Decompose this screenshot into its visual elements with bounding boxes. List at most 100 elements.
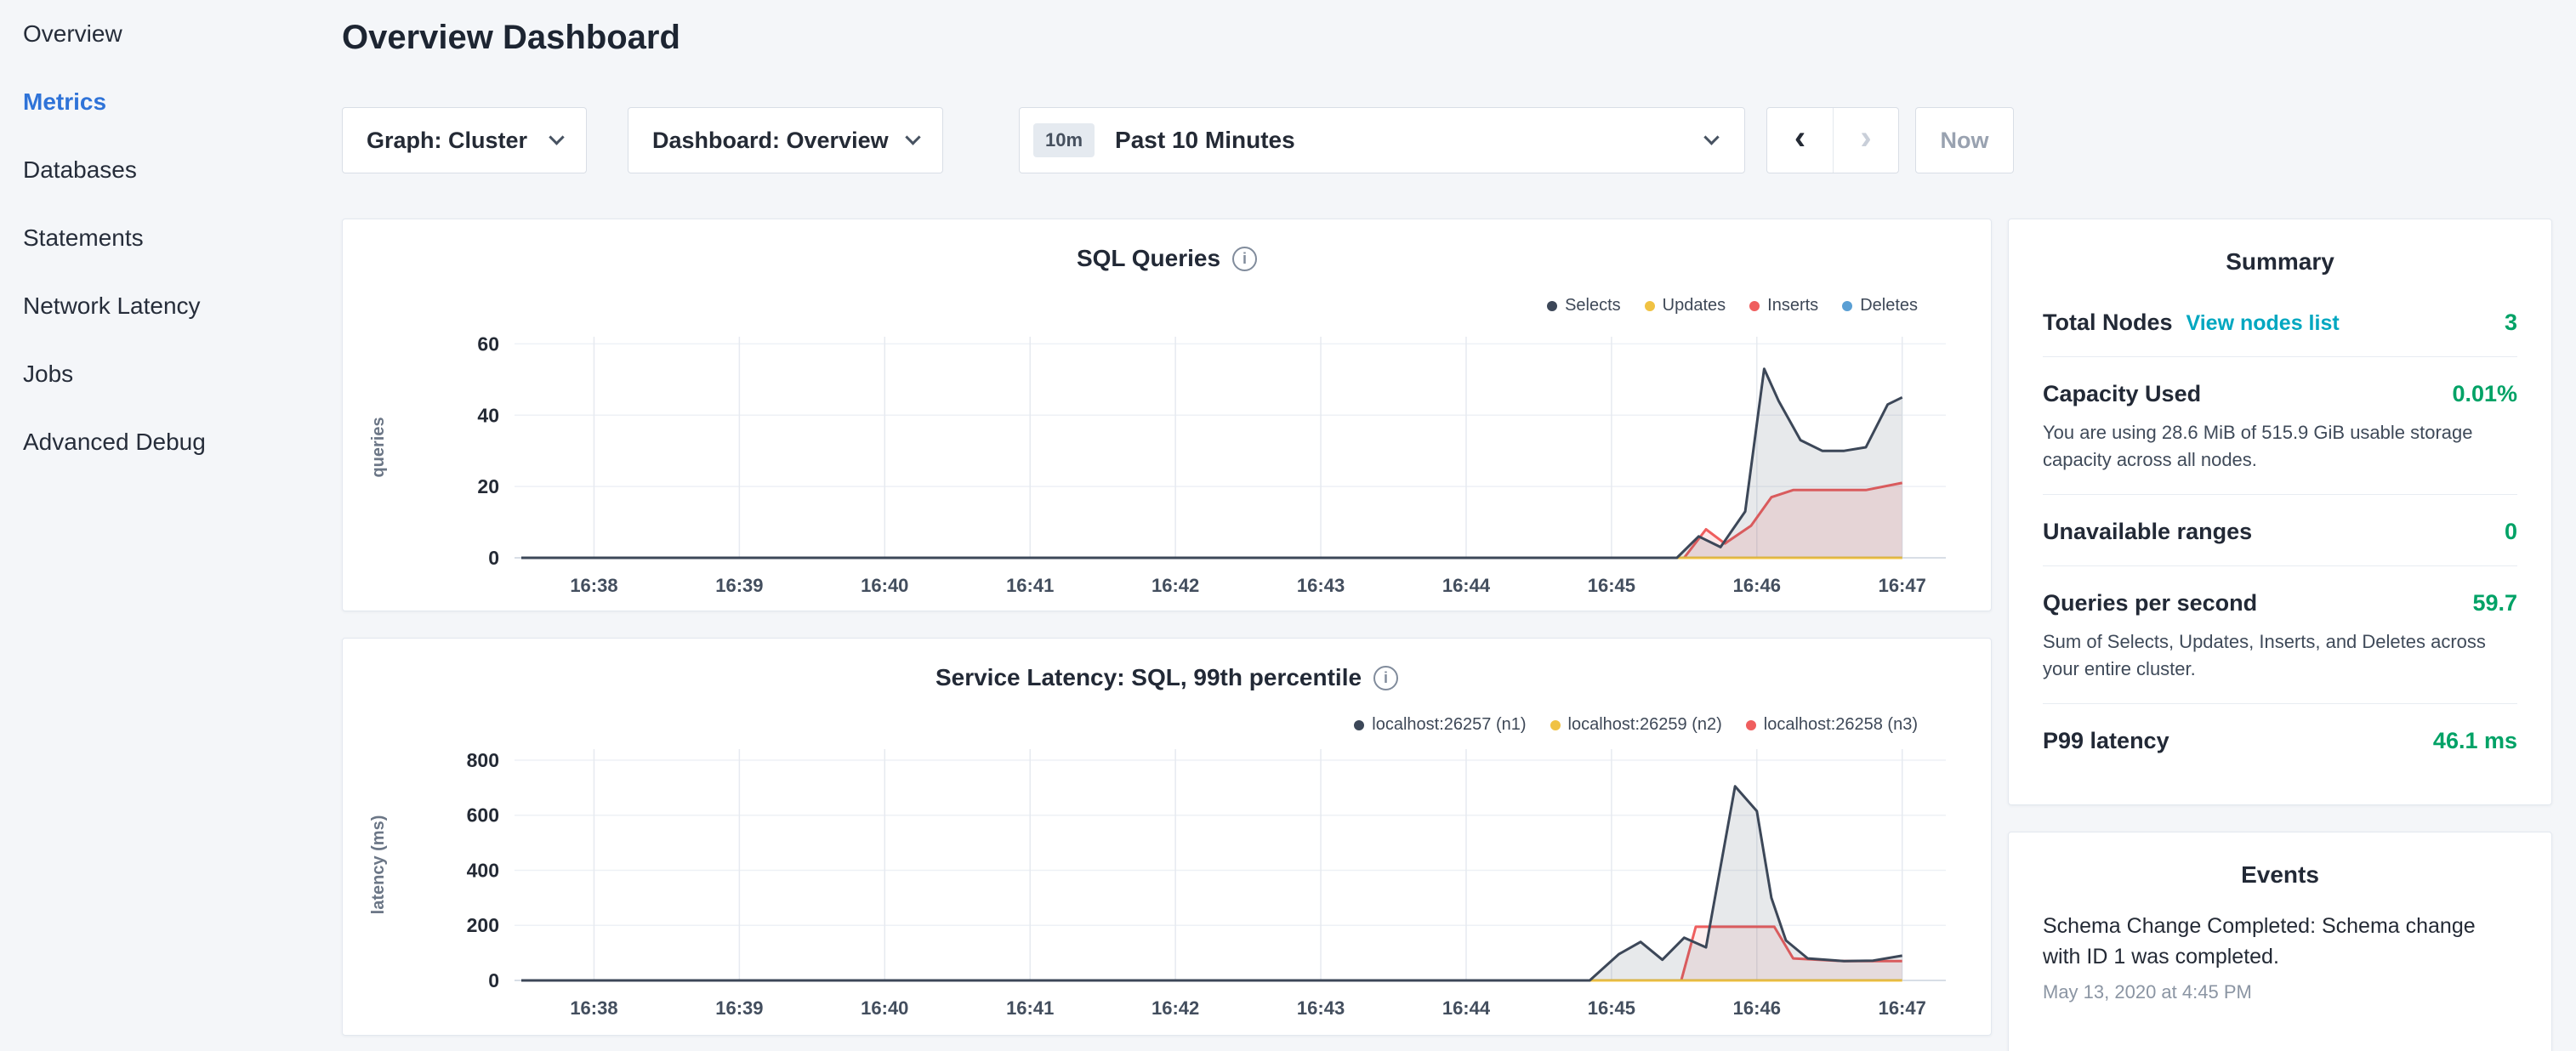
chart-title: Service Latency: SQL, 99th percentile i	[343, 664, 1991, 691]
summary-label: Unavailable ranges	[2043, 519, 2252, 544]
svg-text:16:44: 16:44	[1442, 575, 1491, 596]
summary-label: Capacity Used	[2043, 381, 2201, 406]
svg-text:16:47: 16:47	[1879, 575, 1926, 596]
svg-text:16:43: 16:43	[1297, 997, 1345, 1019]
legend-dot-icon	[1645, 301, 1655, 311]
sidebar-item-jobs[interactable]: Jobs	[0, 340, 342, 408]
legend-item-localhost-26257-n1-[interactable]: localhost:26257 (n1)	[1354, 715, 1526, 735]
dashboard-dropdown[interactable]: Dashboard: Overview	[628, 107, 943, 173]
summary-value: 46.1 ms	[2433, 728, 2517, 754]
svg-text:16:47: 16:47	[1879, 997, 1926, 1019]
chevron-down-icon	[549, 129, 564, 145]
svg-text:16:42: 16:42	[1152, 997, 1199, 1019]
summary-description: You are using 28.6 MiB of 515.9 GiB usab…	[2043, 419, 2517, 474]
svg-text:16:40: 16:40	[861, 575, 908, 596]
svg-text:16:46: 16:46	[1733, 997, 1781, 1019]
svg-text:16:45: 16:45	[1588, 575, 1635, 596]
info-icon[interactable]: i	[1373, 666, 1398, 690]
chart-title: SQL Queries i	[343, 245, 1991, 272]
chart-legend: Selects Updates Inserts Deletes	[1547, 296, 1918, 315]
sidebar-item-databases[interactable]: Databases	[0, 136, 342, 204]
summary-row: Queries per second59.7Sum of Selects, Up…	[2043, 566, 2517, 704]
service-latency-chart[interactable]: 16:3816:3916:4016:4116:4216:4316:4416:45…	[343, 741, 1993, 1038]
svg-text:16:41: 16:41	[1006, 575, 1054, 596]
legend-label: Updates	[1663, 296, 1726, 315]
svg-text:16:46: 16:46	[1733, 575, 1781, 596]
dashboard-dropdown-label: Dashboard: Overview	[652, 128, 889, 154]
time-forward-button[interactable]: ›	[1833, 108, 1898, 173]
app: OverviewMetricsDatabasesStatementsNetwor…	[0, 0, 2576, 1051]
legend-dot-icon	[1749, 301, 1760, 311]
svg-text:800: 800	[467, 749, 499, 771]
legend-label: Inserts	[1767, 296, 1818, 315]
legend-dot-icon	[1550, 720, 1561, 730]
summary-value: 0	[2505, 519, 2517, 545]
sidebar-item-statements[interactable]: Statements	[0, 204, 342, 272]
sql-queries-panel: SQL Queries i Selects Updates Inserts Delet…	[342, 219, 1992, 611]
svg-text:0: 0	[488, 547, 499, 569]
svg-text:16:39: 16:39	[715, 997, 763, 1019]
legend-dot-icon	[1746, 720, 1756, 730]
now-button[interactable]: Now	[1915, 107, 2014, 173]
service-latency-panel: Service Latency: SQL, 99th percentile i …	[342, 638, 1992, 1036]
time-step-buttons: ‹ ›	[1766, 107, 1899, 173]
svg-text:16:41: 16:41	[1006, 997, 1054, 1019]
svg-text:16:44: 16:44	[1442, 997, 1491, 1019]
legend-item-localhost-26259-n2-[interactable]: localhost:26259 (n2)	[1550, 715, 1722, 735]
svg-text:16:38: 16:38	[570, 575, 617, 596]
sidebar-item-metrics[interactable]: Metrics	[0, 68, 342, 136]
legend-item-selects[interactable]: Selects	[1547, 296, 1621, 315]
sidebar-item-advanced-debug[interactable]: Advanced Debug	[0, 408, 342, 476]
graph-dropdown[interactable]: Graph: Cluster	[342, 107, 587, 173]
time-range-dropdown[interactable]: 10m Past 10 Minutes	[1019, 107, 1745, 173]
legend-label: Deletes	[1860, 296, 1918, 315]
info-icon[interactable]: i	[1232, 247, 1257, 271]
time-range-badge: 10m	[1033, 123, 1095, 157]
summary-description: Sum of Selects, Updates, Inserts, and De…	[2043, 628, 2517, 683]
time-back-button[interactable]: ‹	[1767, 108, 1833, 173]
chart-title-text: SQL Queries	[1077, 245, 1220, 272]
summary-row: Total NodesView nodes list3	[2043, 286, 2517, 357]
time-range-label: Past 10 Minutes	[1115, 127, 1295, 154]
summary-value: 59.7	[2472, 590, 2517, 616]
main-content: Overview Dashboard Graph: Cluster Dashbo…	[342, 0, 1992, 1051]
sql-queries-chart[interactable]: 16:3816:3916:4016:4116:4216:4316:4416:45…	[343, 321, 1993, 611]
event-message: Schema Change Completed: Schema change w…	[2043, 911, 2517, 973]
sidebar-item-network-latency[interactable]: Network Latency	[0, 272, 342, 340]
view-nodes-list-link[interactable]: View nodes list	[2186, 311, 2340, 335]
chart-legend: localhost:26257 (n1) localhost:26259 (n2)…	[1354, 715, 1918, 735]
chevron-down-icon	[905, 129, 920, 145]
events-heading: Events	[2043, 832, 2517, 899]
legend-item-deletes[interactable]: Deletes	[1842, 296, 1918, 315]
legend-item-localhost-26258-n3-[interactable]: localhost:26258 (n3)	[1746, 715, 1918, 735]
summary-row: P99 latency46.1 ms	[2043, 704, 2517, 775]
svg-text:0: 0	[488, 969, 499, 991]
legend-item-inserts[interactable]: Inserts	[1749, 296, 1818, 315]
summary-value: 0.01%	[2452, 381, 2517, 407]
sidebar-item-overview[interactable]: Overview	[0, 0, 342, 68]
events-panel: Events Schema Change Completed: Schema c…	[2008, 832, 2552, 1051]
svg-text:16:39: 16:39	[715, 575, 763, 596]
svg-text:600: 600	[467, 804, 499, 827]
svg-text:400: 400	[467, 859, 499, 881]
legend-item-updates[interactable]: Updates	[1645, 296, 1726, 315]
chart-title-text: Service Latency: SQL, 99th percentile	[935, 664, 1362, 691]
legend-label: localhost:26259 (n2)	[1568, 715, 1722, 735]
legend-label: localhost:26258 (n3)	[1764, 715, 1918, 735]
summary-row: Unavailable ranges 0	[2043, 495, 2517, 566]
svg-text:16:38: 16:38	[570, 997, 617, 1019]
legend-label: localhost:26257 (n1)	[1372, 715, 1526, 735]
event-item[interactable]: Schema Change Completed: Schema change w…	[2043, 899, 2517, 1003]
svg-text:200: 200	[467, 914, 499, 936]
legend-dot-icon	[1354, 720, 1364, 730]
legend-dot-icon	[1842, 301, 1852, 311]
event-timestamp: May 13, 2020 at 4:45 PM	[2043, 981, 2517, 1003]
now-button-label: Now	[1941, 128, 1989, 154]
chevron-down-icon	[1703, 129, 1719, 145]
page-title: Overview Dashboard	[342, 19, 680, 57]
svg-text:60: 60	[477, 332, 499, 355]
svg-text:20: 20	[477, 475, 499, 497]
summary-row: Capacity Used 0.01% You are using 28.6 MiB…	[2043, 357, 2517, 495]
graph-dropdown-label: Graph: Cluster	[367, 128, 527, 154]
legend-label: Selects	[1565, 296, 1621, 315]
